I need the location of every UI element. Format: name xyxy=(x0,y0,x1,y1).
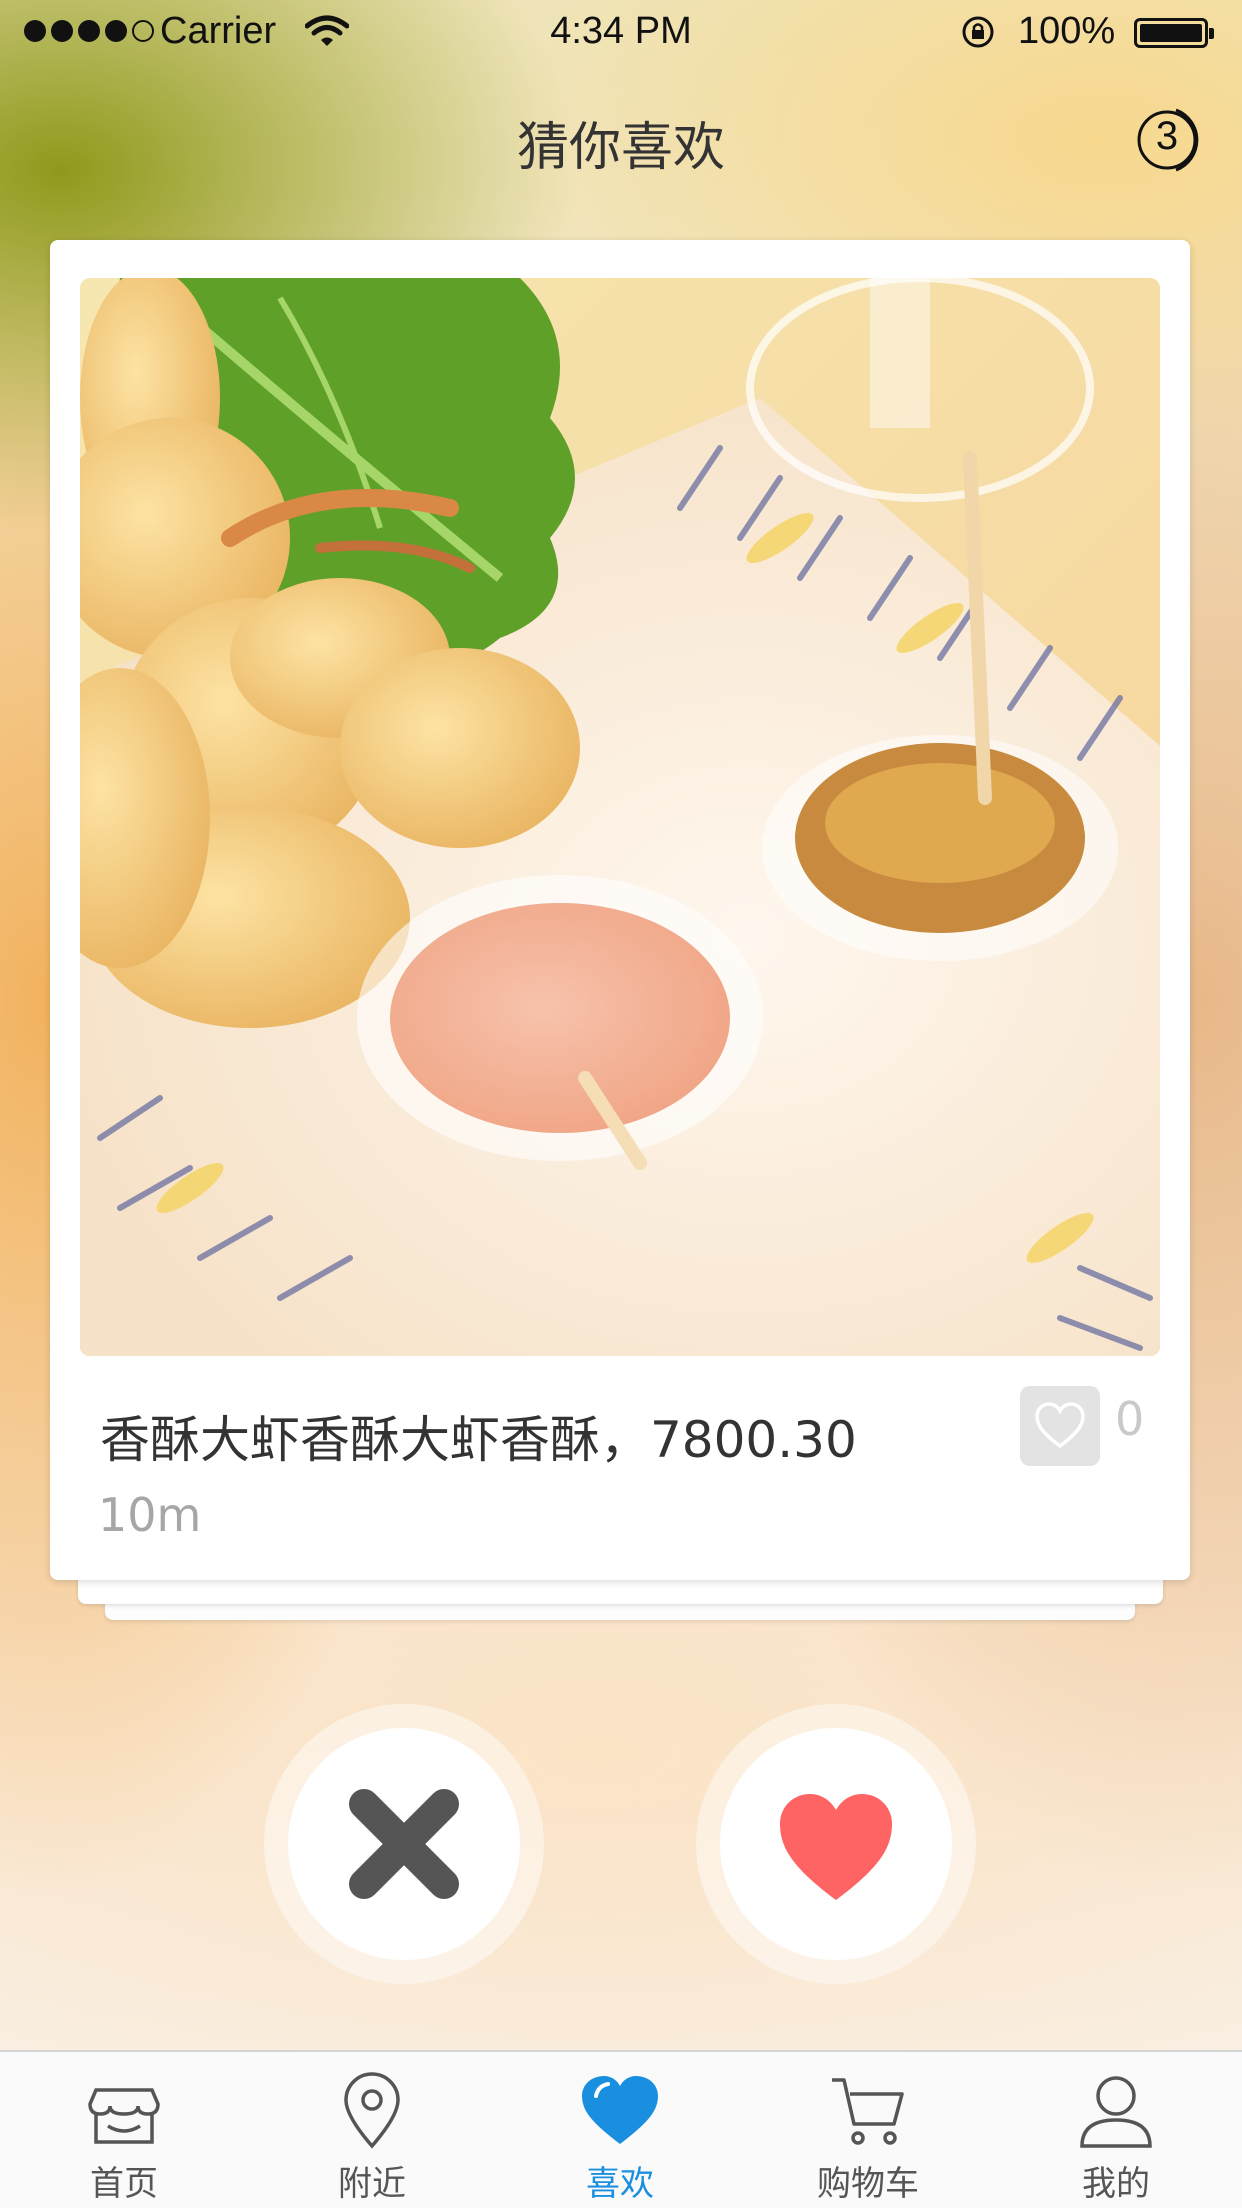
screen: Carrier 4:34 PM 100% 猜你喜欢 3 香酥大虾香酥大虾香酥，7… xyxy=(0,0,1242,2208)
item-title: 香酥大虾香酥大虾香酥，7800.30 xyxy=(100,1411,857,1469)
counter-number: 3 xyxy=(1155,114,1179,158)
store-icon xyxy=(88,2088,160,2144)
food-photo xyxy=(80,278,1160,1356)
heart-icon xyxy=(582,2076,658,2144)
tab-home[interactable]: 首页 xyxy=(0,2052,248,2208)
status-bar: Carrier 4:34 PM 100% xyxy=(0,0,1242,64)
tab-favorites-label: 喜欢 xyxy=(586,2164,654,2204)
heart-icon xyxy=(780,1794,892,1900)
battery-icon xyxy=(1134,18,1214,48)
tab-me[interactable]: 我的 xyxy=(992,2052,1240,2208)
like-button[interactable] xyxy=(696,1704,976,1984)
heart-outline-icon xyxy=(1035,1402,1085,1449)
battery-percent: 100% xyxy=(1018,10,1116,52)
tab-cart[interactable]: 购物车 xyxy=(744,2052,992,2208)
page-title: 猜你喜欢 xyxy=(516,118,725,178)
cart-icon xyxy=(832,2078,904,2145)
fried-shrimp-photo-image xyxy=(80,278,1160,1356)
dislike-button[interactable] xyxy=(264,1704,544,1984)
tab-me-label: 我的 xyxy=(1082,2164,1150,2204)
item-distance: 10m xyxy=(98,1488,202,1542)
tab-home-label: 首页 xyxy=(90,2164,158,2204)
recommendation-card[interactable]: 香酥大虾香酥大虾香酥，7800.30 10m 0 xyxy=(50,240,1190,1580)
favorite-button[interactable] xyxy=(1020,1386,1100,1466)
tab-favorites[interactable]: 喜欢 xyxy=(496,2052,744,2208)
remaining-count-badge[interactable]: 3 xyxy=(1136,104,1208,176)
tab-nearby-label: 附近 xyxy=(338,2164,406,2204)
tab-bar: 首页 附近 喜欢 购物车 我的 xyxy=(0,2050,1242,2208)
tab-nearby[interactable]: 附近 xyxy=(248,2052,496,2208)
close-icon xyxy=(349,1789,459,1899)
user-icon xyxy=(1080,2076,1152,2148)
tab-cart-label: 购物车 xyxy=(817,2164,919,2204)
location-pin-icon xyxy=(344,2072,400,2149)
rotation-lock-icon xyxy=(962,16,994,48)
like-count: 0 xyxy=(1115,1392,1145,1446)
